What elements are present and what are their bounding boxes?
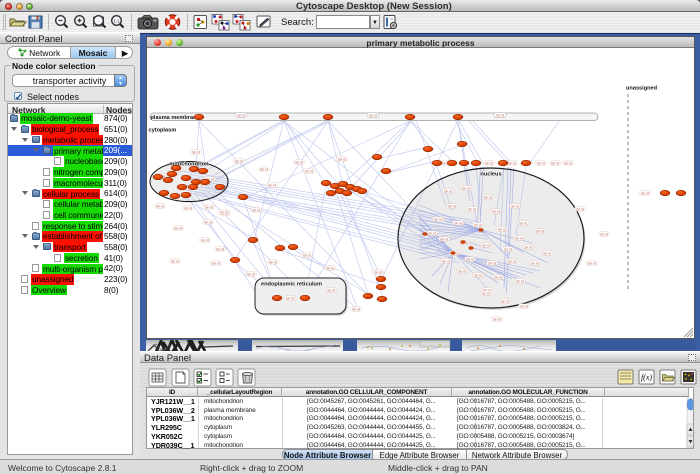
svg-text:Gn rd: Gn rd	[204, 220, 212, 224]
svg-text:Gn rd: Gn rd	[156, 204, 164, 208]
svg-text:Gn rd: Gn rd	[474, 273, 482, 277]
svg-text:Gn rd: Gn rd	[600, 232, 608, 236]
svg-text:Gn rd: Gn rd	[269, 260, 277, 264]
svg-text:Gn rd: Gn rd	[260, 167, 268, 171]
svg-text:unassigned: unassigned	[626, 86, 658, 92]
svg-text:Gn rd: Gn rd	[543, 251, 551, 255]
svg-text:Gn rd: Gn rd	[501, 299, 509, 303]
svg-text:Gn rd: Gn rd	[474, 223, 482, 227]
svg-text:Gn rd: Gn rd	[235, 159, 243, 163]
svg-text:Gn rd: Gn rd	[192, 150, 200, 154]
svg-text:Gn rd: Gn rd	[485, 161, 493, 165]
svg-text:Gn rd: Gn rd	[462, 186, 470, 190]
svg-text:Gn rd: Gn rd	[498, 227, 506, 231]
svg-text:Gn rd: Gn rd	[252, 208, 260, 212]
svg-text:Gn rd: Gn rd	[508, 259, 516, 263]
svg-text:plasma membrane: plasma membrane	[151, 115, 200, 121]
svg-text:Gn rd: Gn rd	[468, 207, 476, 211]
svg-text:Gn rd: Gn rd	[428, 231, 436, 235]
svg-text:Gn rd: Gn rd	[448, 204, 456, 208]
svg-text:Gn rd: Gn rd	[303, 253, 311, 257]
svg-text:Gn rd: Gn rd	[520, 304, 528, 308]
svg-text:Gn rd: Gn rd	[247, 272, 255, 276]
svg-text:Gn rd: Gn rd	[444, 189, 452, 193]
svg-text:Gn rd: Gn rd	[492, 209, 500, 213]
svg-text:Gn rd: Gn rd	[268, 183, 276, 187]
svg-text:Gn rd: Gn rd	[369, 113, 377, 117]
svg-text:Gn rd: Gn rd	[326, 266, 334, 270]
svg-text:Gn rd: Gn rd	[201, 238, 209, 242]
svg-text:Gn rd: Gn rd	[588, 261, 596, 265]
svg-text:Gn rd: Gn rd	[504, 247, 512, 251]
svg-text:Gn rd: Gn rd	[576, 207, 584, 211]
svg-text:Gn rd: Gn rd	[237, 113, 245, 117]
svg-text:Gn rd: Gn rd	[305, 169, 313, 173]
svg-text:Gn rd: Gn rd	[327, 288, 335, 292]
svg-text:Gn rd: Gn rd	[519, 221, 527, 225]
svg-text:cytoplasm: cytoplasm	[149, 128, 177, 134]
svg-text:f(x): f(x)	[641, 373, 652, 382]
svg-text:Gn rd: Gn rd	[174, 226, 182, 230]
svg-text:Gn rd: Gn rd	[537, 161, 545, 165]
svg-text:Gn rd: Gn rd	[493, 317, 501, 321]
svg-text:Gn rd: Gn rd	[286, 296, 294, 300]
svg-text:1:1: 1:1	[113, 19, 120, 24]
svg-text:Gn rd: Gn rd	[641, 191, 649, 195]
svg-text:Gn rd: Gn rd	[220, 210, 228, 214]
svg-text:Gn rd: Gn rd	[516, 279, 524, 283]
svg-text:Gn rd: Gn rd	[338, 157, 346, 161]
svg-text:Gn rd: Gn rd	[508, 161, 516, 165]
svg-text:Gn rd: Gn rd	[458, 269, 466, 273]
svg-text:Gn rd: Gn rd	[564, 161, 572, 165]
svg-text:Gn rd: Gn rd	[524, 245, 532, 249]
svg-text:Gn rd: Gn rd	[184, 206, 192, 210]
svg-text:Gn rd: Gn rd	[482, 243, 490, 247]
svg-text:Gn rd: Gn rd	[511, 204, 519, 208]
svg-text:endoplasmic reticulum: endoplasmic reticulum	[261, 282, 322, 288]
svg-text:Gn rd: Gn rd	[212, 261, 220, 265]
svg-text:Gn rd: Gn rd	[551, 161, 559, 165]
svg-text:Gn rd: Gn rd	[442, 259, 450, 263]
svg-text:Gn rd: Gn rd	[466, 257, 474, 261]
svg-text:Gn rd: Gn rd	[352, 307, 360, 311]
svg-text:Gn rd: Gn rd	[295, 160, 303, 164]
svg-text:Gn rd: Gn rd	[482, 291, 490, 295]
svg-text:Gn rd: Gn rd	[484, 195, 492, 199]
svg-text:Gn rd: Gn rd	[440, 237, 448, 241]
svg-text:Gn rd: Gn rd	[496, 113, 504, 117]
svg-text:Gn rd: Gn rd	[374, 270, 382, 274]
svg-text:Gn rd: Gn rd	[531, 261, 539, 265]
svg-text:Gn rd: Gn rd	[536, 229, 544, 233]
svg-text:Gn rd: Gn rd	[488, 261, 496, 265]
svg-text:Gn rd: Gn rd	[434, 217, 442, 221]
svg-text:Gn rd: Gn rd	[216, 247, 224, 251]
svg-text:nucleus: nucleus	[480, 172, 501, 178]
svg-text:Gn rd: Gn rd	[171, 259, 179, 263]
svg-text:Gn rd: Gn rd	[454, 221, 462, 225]
svg-text:Gn rd: Gn rd	[205, 205, 213, 209]
svg-text:Gn rd: Gn rd	[494, 275, 502, 279]
svg-text:Gn rd: Gn rd	[515, 236, 523, 240]
